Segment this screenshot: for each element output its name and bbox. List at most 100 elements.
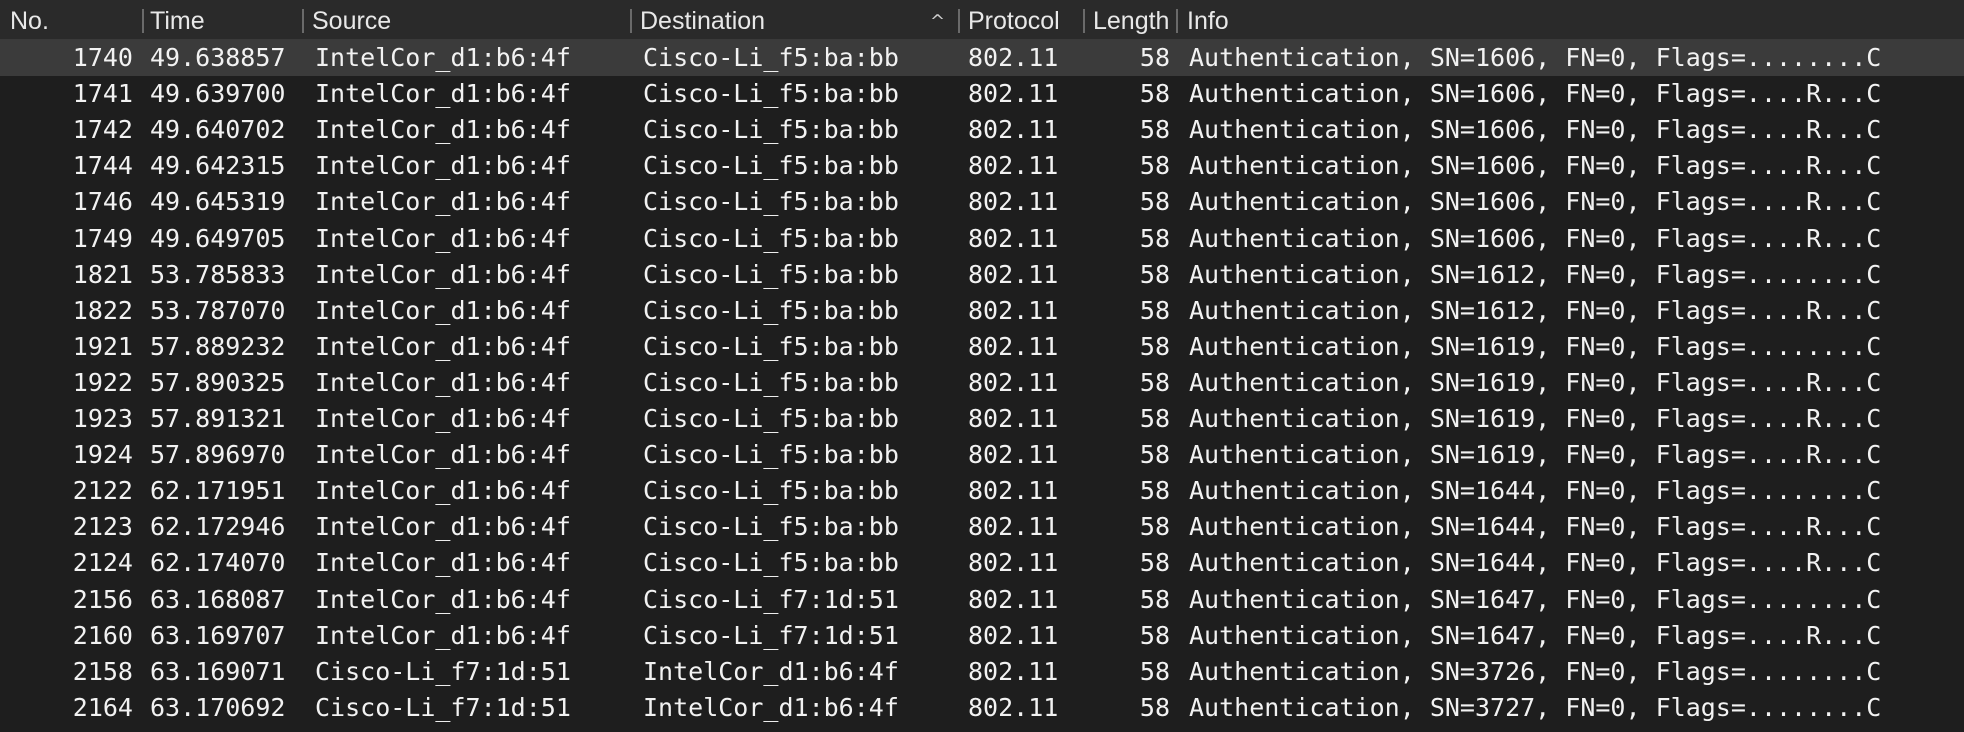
packet-protocol: 802.11 [968,223,1059,253]
column-resize-handle[interactable] [958,9,960,33]
packet-length: 58 [1139,367,1170,397]
packet-length: 58 [1139,512,1170,542]
packet-row[interactable]: 1742 49.640702 IntelCor_d1:b6:4f Cisco-Li_f… [0,112,1964,148]
column-header-destination[interactable]: Destination [640,0,920,40]
packet-time: 53.785833 [150,259,286,289]
packet-protocol: 802.11 [968,620,1059,650]
packet-number: 1740 [72,43,133,72]
packet-time: 62.171951 [150,476,286,506]
packet-protocol: 802.11 [968,404,1059,433]
column-resize-handle[interactable] [1176,9,1178,33]
column-header-source[interactable]: Source [312,0,622,40]
packet-row[interactable]: 2158 63.169071 Cisco-Li_f7:1d:51 IntelCor_d… [0,654,1964,690]
packet-row[interactable]: 1741 49.639700 IntelCor_d1:b6:4f Cisco-Li_f… [0,76,1964,112]
packet-info: Authentication, SN=1606, FN=0, Flags=...… [1189,151,1882,181]
packet-number: 1923 [72,404,133,433]
packet-row[interactable]: 1821 53.785833 IntelCor_d1:b6:4f Cisco-Li_f… [0,257,1964,293]
packet-number: 1924 [72,440,133,470]
packet-number: 1746 [72,187,133,217]
packet-row[interactable]: 2156 63.168087 IntelCor_d1:b6:4f Cisco-Li_f… [0,582,1964,618]
packet-row[interactable]: 2164 63.170692 Cisco-Li_f7:1d:51 IntelCor_d… [0,690,1964,726]
packet-info: Authentication, SN=3727, FN=0, Flags=...… [1189,692,1882,722]
packet-row[interactable]: 2122 62.171951 IntelCor_d1:b6:4f Cisco-Li_f… [0,473,1964,509]
packet-length: 58 [1139,692,1170,722]
packet-time: 62.172946 [150,512,286,542]
packet-row[interactable]: 1822 53.787070 IntelCor_d1:b6:4f Cisco-Li_f… [0,293,1964,329]
packet-destination: Cisco-Li_f7:1d:51 [643,584,899,614]
column-resize-handle[interactable] [630,9,632,33]
packet-number: 2156 [72,584,133,614]
packet-info: Authentication, SN=1606, FN=0, Flags=...… [1189,223,1882,253]
packet-time: 57.889232 [150,331,286,361]
packet-protocol: 802.11 [968,187,1059,217]
packet-row[interactable]: 1923 57.891321 IntelCor_d1:b6:4f Cisco-Li_f… [0,401,1964,437]
packet-info: Authentication, SN=1612, FN=0, Flags=...… [1189,259,1882,289]
column-header-length[interactable]: Length [1093,0,1173,40]
column-header-info[interactable]: Info [1187,0,1387,40]
packet-row[interactable]: 1744 49.642315 IntelCor_d1:b6:4f Cisco-Li_f… [0,148,1964,184]
packet-row[interactable]: 1749 49.649705 IntelCor_d1:b6:4f Cisco-Li_f… [0,221,1964,257]
packet-number: 1821 [72,259,133,289]
packet-protocol: 802.11 [968,151,1059,181]
packet-source: IntelCor_d1:b6:4f [315,548,571,578]
packet-number: 1822 [72,295,133,325]
column-header-no[interactable]: No. [10,0,130,40]
column-resize-handle[interactable] [302,9,304,33]
packet-row[interactable]: 2124 62.174070 IntelCor_d1:b6:4f Cisco-Li_f… [0,545,1964,581]
packet-info: Authentication, SN=1647, FN=0, Flags=...… [1189,620,1882,650]
packet-time: 49.649705 [150,223,286,253]
packet-list-header: No. Time Source Destination ^ Protocol L… [0,0,1964,40]
packet-source: IntelCor_d1:b6:4f [315,43,571,72]
packet-info: Authentication, SN=1606, FN=0, Flags=...… [1189,79,1882,109]
packet-protocol: 802.11 [968,440,1059,470]
packet-row[interactable]: 1746 49.645319 IntelCor_d1:b6:4f Cisco-Li_f… [0,184,1964,220]
packet-number: 2158 [72,656,133,686]
packet-time: 63.169071 [150,656,286,686]
packet-info: Authentication, SN=1606, FN=0, Flags=...… [1189,43,1882,72]
packet-number: 1922 [72,367,133,397]
packet-destination: Cisco-Li_f5:ba:bb [643,367,899,397]
packet-destination: Cisco-Li_f5:ba:bb [643,331,899,361]
packet-number: 2124 [72,548,133,578]
packet-destination: Cisco-Li_f5:ba:bb [643,151,899,181]
column-header-time[interactable]: Time [150,0,300,40]
packet-protocol: 802.11 [968,79,1059,109]
packet-row[interactable]: 1924 57.896970 IntelCor_d1:b6:4f Cisco-Li_f… [0,437,1964,473]
packet-row[interactable]: 2160 63.169707 IntelCor_d1:b6:4f Cisco-Li_f… [0,618,1964,654]
packet-length: 58 [1139,187,1170,217]
packet-source: Cisco-Li_f7:1d:51 [315,692,571,722]
packet-protocol: 802.11 [968,512,1059,542]
column-header-protocol[interactable]: Protocol [968,0,1080,40]
packet-time: 49.639700 [150,79,286,109]
packet-length: 58 [1139,656,1170,686]
packet-info: Authentication, SN=1644, FN=0, Flags=...… [1189,512,1882,542]
packet-row[interactable]: 1921 57.889232 IntelCor_d1:b6:4f Cisco-Li_f… [0,329,1964,365]
packet-length: 58 [1139,259,1170,289]
packet-time: 49.645319 [150,187,286,217]
packet-info: Authentication, SN=3726, FN=0, Flags=...… [1189,656,1882,686]
packet-source: IntelCor_d1:b6:4f [315,331,571,361]
packet-number: 1744 [72,151,133,181]
packet-row[interactable]: 2123 62.172946 IntelCor_d1:b6:4f Cisco-Li_f… [0,509,1964,545]
packet-number: 1921 [72,331,133,361]
packet-row[interactable]: 1740 49.638857 IntelCor_d1:b6:4f Cisco-Li_f… [0,40,1964,76]
packet-destination: Cisco-Li_f5:ba:bb [643,548,899,578]
packet-info: Authentication, SN=1612, FN=0, Flags=...… [1189,295,1882,325]
packet-protocol: 802.11 [968,584,1059,614]
packet-info: Authentication, SN=1647, FN=0, Flags=...… [1189,584,1882,614]
packet-destination: Cisco-Li_f7:1d:51 [643,620,899,650]
packet-protocol: 802.11 [968,476,1059,506]
column-resize-handle[interactable] [1083,9,1085,33]
packet-source: IntelCor_d1:b6:4f [315,295,571,325]
packet-row[interactable]: 1922 57.890325 IntelCor_d1:b6:4f Cisco-Li_f… [0,365,1964,401]
packet-time: 63.170692 [150,692,286,722]
packet-protocol: 802.11 [968,115,1059,145]
packet-info: Authentication, SN=1619, FN=0, Flags=...… [1189,331,1882,361]
packet-length: 58 [1139,331,1170,361]
packet-time: 49.640702 [150,115,286,145]
packet-time: 49.642315 [150,151,286,181]
packet-destination: Cisco-Li_f5:ba:bb [643,512,899,542]
column-resize-handle[interactable] [142,9,144,33]
packet-number: 1741 [72,79,133,109]
packet-source: Cisco-Li_f7:1d:51 [315,656,571,686]
